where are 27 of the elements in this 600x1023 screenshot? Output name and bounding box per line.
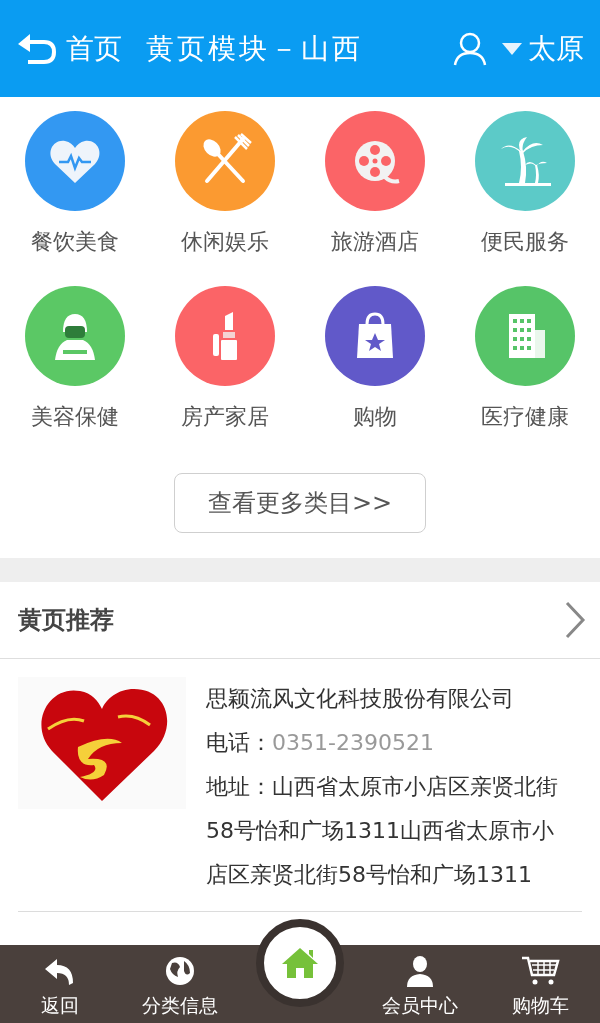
dropdown-icon bbox=[502, 42, 522, 55]
category-label[interactable]: 购物 bbox=[353, 400, 397, 433]
nav-label[interactable]: 返回 bbox=[41, 990, 79, 1019]
cart-icon bbox=[520, 954, 560, 987]
category-label[interactable]: 便民服务 bbox=[481, 225, 569, 258]
category-label[interactable]: 餐饮美食 bbox=[31, 225, 119, 258]
globe-icon bbox=[164, 954, 196, 987]
nav-label[interactable]: 会员中心 bbox=[382, 990, 458, 1019]
company-address: 地址：山西省太原市小店区亲贤北街58号怡和广场1311山西省太原市小店区亲贤北街58号怡和广场1311 bbox=[206, 773, 559, 889]
category-label[interactable]: 旅游酒店 bbox=[331, 225, 419, 258]
company-name[interactable]: 思颖流风文化科技股份有限公司 bbox=[206, 677, 570, 721]
nav-label[interactable]: 购物车 bbox=[511, 990, 569, 1019]
nav-label[interactable]: 分类信息 bbox=[142, 990, 218, 1019]
home-icon bbox=[280, 946, 320, 980]
back-arrow-icon[interactable] bbox=[16, 31, 58, 66]
more-categories-button[interactable]: 查看更多类目>> bbox=[174, 473, 426, 533]
chevron-right-icon[interactable] bbox=[564, 600, 586, 640]
category-label[interactable]: 房产家居 bbox=[181, 400, 269, 433]
lipstick-icon bbox=[213, 311, 237, 361]
category-label[interactable]: 医疗健康 bbox=[481, 400, 569, 433]
page-title: 黄页模块－山西 bbox=[146, 30, 363, 67]
section-title: 黄页推荐 bbox=[18, 605, 114, 636]
user-icon[interactable] bbox=[452, 31, 488, 66]
user-icon bbox=[405, 954, 435, 987]
category-label[interactable]: 休闲娱乐 bbox=[181, 225, 269, 258]
category-label[interactable]: 美容保健 bbox=[31, 400, 119, 433]
phone-label: 电话： bbox=[206, 729, 272, 757]
